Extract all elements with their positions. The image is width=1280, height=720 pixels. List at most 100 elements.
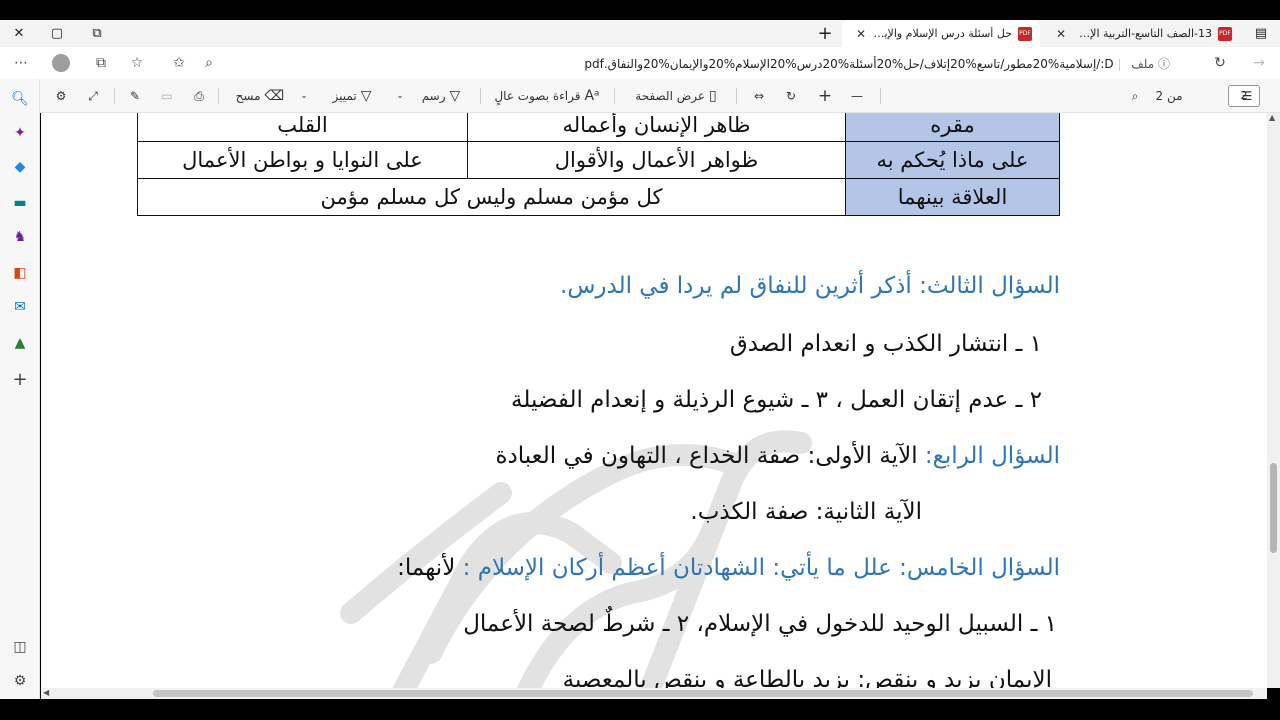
- add-sidebar-app-button[interactable]: +: [8, 367, 32, 391]
- page-view-icon: ▯: [709, 88, 717, 104]
- screen: ✕ ▢ ⧉ + PDF حل أسئلة درس الإسلام والإيما…: [0, 0, 1280, 720]
- new-tab-button[interactable]: +: [806, 20, 844, 47]
- highlight-button[interactable]: ▽ تمييز: [324, 84, 380, 108]
- copilot-sidebar-button[interactable]: ✦: [8, 121, 32, 145]
- url-divider: |: [1117, 57, 1122, 71]
- pdf-file-icon: PDF: [1218, 26, 1232, 41]
- collections-button[interactable]: ⧉: [88, 51, 114, 75]
- table-row: على ماذا يُحكم به ظواهر الأعمال والأقوال…: [137, 141, 1060, 179]
- search-icon: 🔍︎: [11, 91, 29, 107]
- read-aloud-button[interactable]: Aᵃ قراءة بصوت عالٍ: [494, 84, 600, 108]
- contents-button[interactable]: ☰: [1236, 84, 1258, 108]
- save-as-button[interactable]: ✎: [124, 84, 146, 108]
- pdf-settings-button[interactable]: ⚙: [50, 84, 72, 108]
- plus-icon: +: [817, 86, 833, 106]
- zoom-in-button[interactable]: +: [814, 84, 836, 108]
- site-info-icon[interactable]: ⓘ: [1158, 57, 1170, 71]
- toolbar-divider: [480, 88, 481, 104]
- tab-actions-button[interactable]: ⧉: [78, 20, 116, 47]
- vertical-scroll-thumb[interactable]: [1270, 463, 1277, 553]
- eraser-icon: ⌫: [264, 88, 285, 104]
- gear-icon: ⚙: [13, 673, 27, 689]
- games-icon: ♞: [13, 229, 27, 245]
- draw-button[interactable]: ▽ رسم: [416, 84, 466, 108]
- refresh-icon: ↻: [1214, 55, 1226, 71]
- more-options-button[interactable]: ⋯: [8, 51, 34, 75]
- question-3: السؤال الثالث: أذكر أثرين للنفاق لم يردا…: [560, 273, 1060, 299]
- tab-current[interactable]: PDF حل أسئلة درس الإسلام والإيمان والنفا…: [842, 20, 1040, 47]
- table-cell: ظواهر الأعمال والأقوال: [467, 141, 846, 179]
- read-aloud-label: قراءة بصوت عالٍ: [494, 89, 581, 103]
- restore-window-button[interactable]: ▢: [38, 20, 76, 47]
- office-sidebar-button[interactable]: ◧: [8, 261, 32, 285]
- url-field[interactable]: ⓘ ملف | D:/إسلامية%20مطور/تاسع%20إتلاف/ح…: [520, 55, 1170, 72]
- arrow-right-icon: →: [1253, 55, 1265, 71]
- zoom-out-button[interactable]: —: [846, 84, 868, 108]
- zoom-indicator-button[interactable]: ⌕: [196, 51, 222, 75]
- tab-list-button[interactable]: ▤: [1242, 20, 1280, 47]
- drop-sidebar-button[interactable]: ▲: [8, 331, 32, 355]
- favorites-button[interactable]: ☆: [124, 51, 150, 75]
- page-view-label: عرض الصفحة: [635, 89, 706, 103]
- close-window-button[interactable]: ✕: [0, 20, 38, 47]
- row-header: مقره: [845, 113, 1060, 142]
- page-count: من 2: [1155, 89, 1183, 103]
- list-icon: ☰: [1241, 89, 1253, 103]
- toolbar-divider: [114, 88, 115, 104]
- pen-icon: ▽: [449, 88, 461, 104]
- row-header: على ماذا يُحكم به: [845, 141, 1060, 179]
- fit-page-button[interactable]: ⇔: [748, 84, 770, 108]
- horizontal-scrollbar[interactable]: ◀: [41, 688, 1267, 699]
- vertical-scrollbar[interactable]: ▲: [1267, 113, 1280, 688]
- tab-other[interactable]: PDF 13-الصف التاسع-التربية الإسلامية ✕: [1042, 20, 1240, 47]
- chevron-down-icon: ⌄: [300, 91, 308, 101]
- search-sidebar-button[interactable]: 🔍︎: [8, 87, 32, 111]
- pdf-page[interactable]: مقره ظاهر الإنسان وأعماله القلب على ماذا…: [41, 113, 1267, 688]
- forward-button[interactable]: →: [1246, 51, 1272, 75]
- tab-title: حل أسئلة درس الإسلام والإيمان والنفاق: [872, 27, 1012, 40]
- close-icon: ✕: [13, 26, 25, 41]
- question-5-line: السؤال الخامس: علل ما يأتي: الشهادتان أع…: [397, 555, 1060, 581]
- add-favorite-button[interactable]: ✩: [166, 51, 192, 75]
- bottom-frame: [0, 699, 1280, 720]
- scroll-up-icon[interactable]: ▲: [1269, 113, 1275, 122]
- tab-close-icon[interactable]: ✕: [856, 27, 866, 41]
- question-4-line: السؤال الرابع: الآية الأولى: صفة الخداع …: [495, 443, 1060, 469]
- answer-line: ٢ ـ عدم إتقان العمل ، ٣ ـ شيوع الرذيلة و…: [511, 387, 1042, 413]
- answer-line: ١ ـ انتشار الكذب و انعدام الصدق: [729, 331, 1042, 357]
- games-sidebar-button[interactable]: ♞: [8, 225, 32, 249]
- favorites-star-icon: ☆: [130, 55, 144, 71]
- address-bar: ⋯ ⧉ ☆ ✩ ⌕ ⓘ ملف | D:/إسلامية%20مطور/تاسع…: [0, 47, 1280, 79]
- scroll-left-icon[interactable]: ◀: [43, 688, 49, 697]
- sidebar-toggle-icon: ◫: [13, 639, 27, 655]
- table-cell: القلب: [137, 113, 468, 142]
- profile-button[interactable]: [48, 51, 74, 75]
- fullscreen-button[interactable]: ⤢: [82, 84, 104, 108]
- page-view-button[interactable]: ▯ عرض الصفحة: [628, 84, 724, 108]
- toolbar-divider: [880, 88, 881, 104]
- outlook-sidebar-button[interactable]: ✉: [8, 295, 32, 319]
- answer-line: الإيمان يزيد و ينقص: يزيد بالطاعة و ينقص…: [562, 667, 1052, 688]
- find-button[interactable]: ⌕: [1124, 84, 1146, 108]
- sidebar-settings-button[interactable]: ⚙: [8, 669, 32, 693]
- print-button[interactable]: ⎙: [188, 84, 210, 108]
- question-4: السؤال الرابع:: [924, 443, 1060, 469]
- highlight-options-button[interactable]: ⌄: [296, 84, 312, 108]
- shopping-sidebar-button[interactable]: ◆: [8, 155, 32, 179]
- erase-button[interactable]: ⌫ مسح: [232, 84, 288, 108]
- tab-close-icon[interactable]: ✕: [1056, 27, 1066, 41]
- rotate-button[interactable]: ↻: [780, 84, 802, 108]
- answer-text: الآية الأولى: صفة الخداع ، التهاون في ال…: [495, 443, 918, 469]
- table-row: العلاقة بينهما كل مؤمن مسلم وليس كل مسلم…: [137, 178, 1060, 216]
- pdf-file-icon: PDF: [1018, 26, 1032, 41]
- answer-line: الآية الثانية: صفة الكذب.: [690, 499, 922, 525]
- save-button[interactable]: ▭: [156, 84, 178, 108]
- draw-options-button[interactable]: ⌄: [392, 84, 408, 108]
- hide-sidebar-button[interactable]: ◫: [8, 635, 32, 659]
- search-icon: ⌕: [1131, 88, 1139, 103]
- refresh-button[interactable]: ↻: [1207, 51, 1233, 75]
- toolbar-divider: [218, 88, 219, 104]
- horizontal-scroll-thumb[interactable]: [153, 690, 1253, 697]
- tools-sidebar-button[interactable]: ▬: [8, 191, 32, 215]
- url-text: D:/إسلامية%20مطور/تاسع%20إتلاف/حل%20أسئل…: [584, 57, 1114, 71]
